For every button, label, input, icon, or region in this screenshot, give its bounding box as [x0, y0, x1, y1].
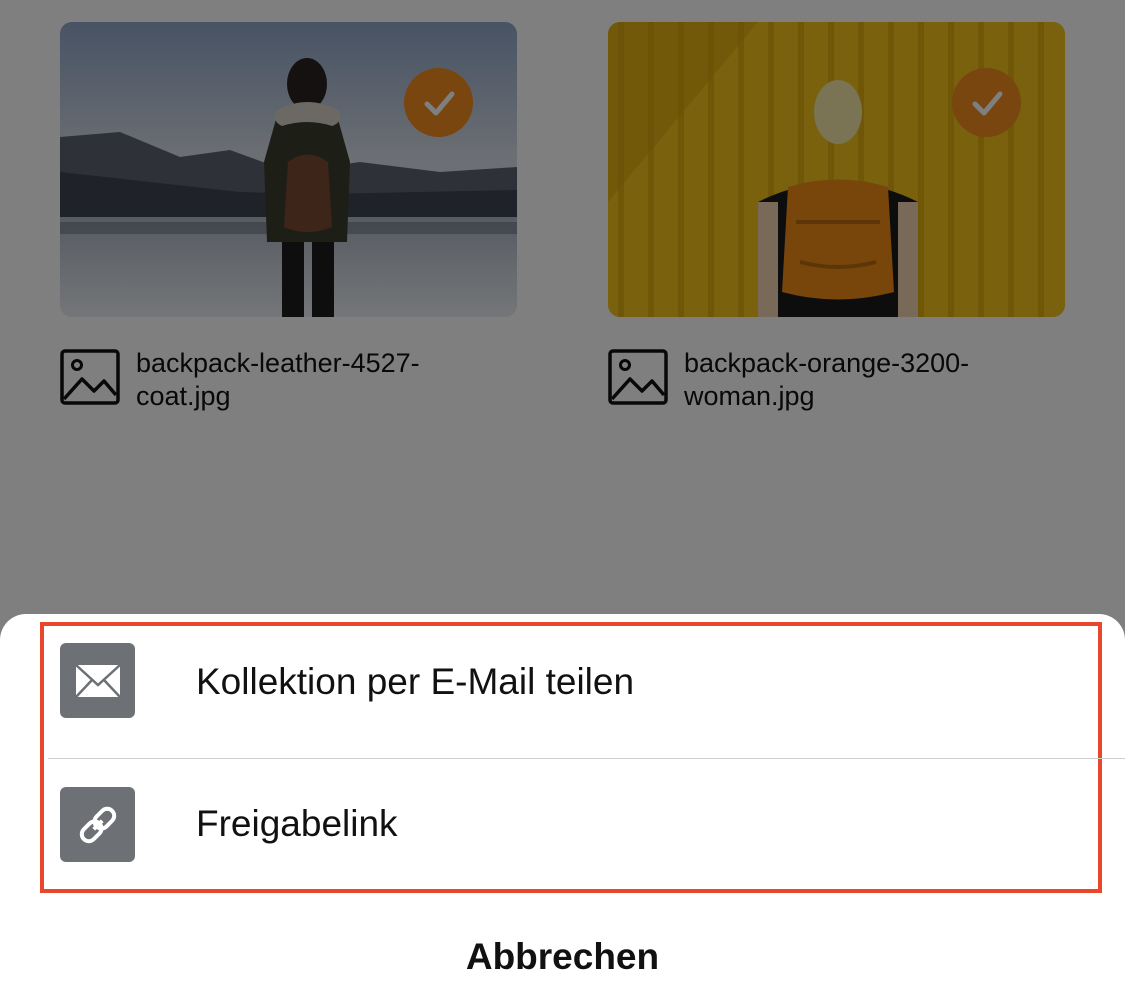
share-bottom-sheet: Kollektion per E-Mail teilen Freigabelin… — [0, 614, 1125, 1006]
link-icon — [60, 787, 135, 862]
share-link-label: Freigabelink — [196, 803, 398, 844]
screen: backpack-leather-4527-coat.jpg — [0, 0, 1125, 1006]
share-email-label: Kollektion per E-Mail teilen — [196, 661, 635, 702]
share-link-option[interactable]: Freigabelink — [0, 759, 1125, 901]
cancel-button[interactable]: Abbrechen — [0, 936, 1125, 978]
share-email-option[interactable]: Kollektion per E-Mail teilen — [0, 614, 1125, 756]
envelope-icon — [60, 643, 135, 718]
